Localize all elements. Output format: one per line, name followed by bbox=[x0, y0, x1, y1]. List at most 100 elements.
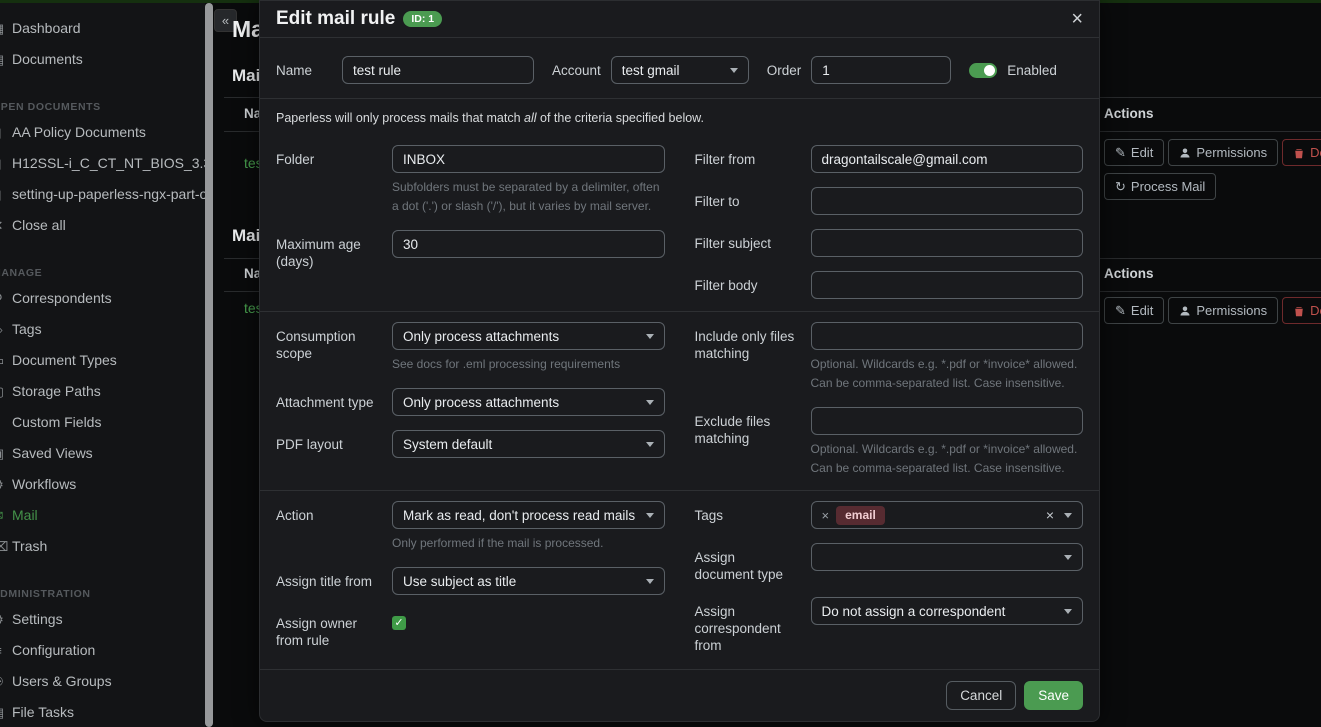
sidebar-item-label: Storage Paths bbox=[12, 376, 101, 407]
consumption-scope-select[interactable]: Only process attachments bbox=[392, 322, 665, 350]
filters-section: Folder Subfolders must be separated by a… bbox=[276, 135, 1083, 311]
custom-fields-icon: ⟨ bbox=[0, 407, 6, 438]
file-tasks-icon: ▤ bbox=[0, 697, 6, 727]
delete-button[interactable]: Delete bbox=[1282, 297, 1321, 324]
sidebar: ▦ Dashboard ▤ Documents OPEN DOCUMENTS ▯… bbox=[0, 3, 205, 727]
chevron-down-icon bbox=[646, 579, 654, 584]
sidebar-item-label: Close all bbox=[12, 210, 66, 241]
chevron-down-icon bbox=[1064, 513, 1072, 518]
action-label: Action bbox=[276, 501, 378, 553]
tag-remove-icon[interactable]: × bbox=[822, 508, 830, 523]
edit-button[interactable]: ✎ Edit bbox=[1104, 297, 1164, 324]
assign-doc-type-label: Assign document type bbox=[695, 543, 797, 583]
trash-icon: ⌫ bbox=[0, 531, 6, 562]
pencil-icon: ✎ bbox=[1115, 145, 1126, 161]
sidebar-item-open-doc-3[interactable]: ▯ setting-up-paperless-ngx-part-one bbox=[0, 179, 205, 210]
document-icon: ▯ bbox=[0, 117, 6, 148]
attachment-type-label: Attachment type bbox=[276, 388, 378, 416]
filter-to-label: Filter to bbox=[695, 187, 797, 215]
sidebar-item-trash[interactable]: ⌫ Trash bbox=[0, 531, 205, 562]
sidebar-item-storage-paths[interactable]: ▢ Storage Paths bbox=[0, 376, 205, 407]
exclude-files-label: Exclude files matching bbox=[695, 407, 797, 478]
sidebar-item-label: Configuration bbox=[12, 635, 95, 666]
filter-from-input[interactable] bbox=[811, 145, 1084, 173]
folder-input[interactable] bbox=[392, 145, 665, 173]
permissions-button[interactable]: Permissions bbox=[1168, 139, 1278, 166]
pencil-icon: ✎ bbox=[1115, 303, 1126, 319]
refresh-icon: ↻ bbox=[1115, 179, 1126, 195]
save-button[interactable]: Save bbox=[1024, 681, 1083, 710]
enabled-toggle[interactable] bbox=[969, 63, 997, 78]
sidebar-item-custom-fields[interactable]: ⟨ Custom Fields bbox=[0, 407, 205, 438]
assign-correspondent-label: Assign correspondent from bbox=[695, 597, 797, 654]
include-files-input[interactable] bbox=[811, 322, 1084, 350]
sidebar-item-mail[interactable]: ✉ Mail bbox=[0, 500, 205, 531]
filter-body-input[interactable] bbox=[811, 271, 1084, 299]
chevron-down-icon bbox=[1064, 609, 1072, 614]
assign-doc-type-select[interactable] bbox=[811, 543, 1084, 571]
account-select[interactable]: test gmail bbox=[611, 56, 749, 84]
sidebar-item-settings[interactable]: ⚙ Settings bbox=[0, 604, 205, 635]
exclude-files-input[interactable] bbox=[811, 407, 1084, 435]
assign-owner-checkbox[interactable]: ✓ bbox=[392, 616, 406, 630]
document-icon: ▯ bbox=[0, 148, 6, 179]
dialog-header: Edit mail rule ID: 1 × bbox=[260, 1, 1099, 38]
close-icon[interactable]: × bbox=[1071, 10, 1083, 28]
sidebar-item-label: Documents bbox=[12, 44, 83, 75]
assign-correspondent-select[interactable]: Do not assign a correspondent bbox=[811, 597, 1084, 625]
sidebar-item-workflows[interactable]: ⚙ Workflows bbox=[0, 469, 205, 500]
cancel-button[interactable]: Cancel bbox=[946, 681, 1016, 710]
filter-subject-input[interactable] bbox=[811, 229, 1084, 257]
sidebar-item-correspondents[interactable]: ⚲ Correspondents bbox=[0, 283, 205, 314]
include-files-hint: Optional. Wildcards e.g. *.pdf or *invoi… bbox=[811, 355, 1084, 393]
pdf-layout-select[interactable]: System default bbox=[392, 430, 665, 458]
process-mail-button[interactable]: ↻ Process Mail bbox=[1104, 173, 1216, 200]
sidebar-scrollbar[interactable] bbox=[205, 3, 213, 727]
sidebar-item-users-groups[interactable]: ⚇ Users & Groups bbox=[0, 666, 205, 697]
sliders-icon: ≡ bbox=[0, 635, 6, 666]
assign-title-label: Assign title from bbox=[276, 567, 378, 595]
sidebar-item-dashboard[interactable]: ▦ Dashboard bbox=[0, 13, 205, 44]
sidebar-item-label: Correspondents bbox=[12, 283, 112, 314]
sidebar-item-open-doc-2[interactable]: ▯ H12SSL-i_C_CT_NT_BIOS_3.3_rele... bbox=[0, 148, 205, 179]
criteria-note: Paperless will only process mails that m… bbox=[276, 99, 1083, 135]
delete-button[interactable]: Delete bbox=[1282, 139, 1321, 166]
actions-section: Action Mark as read, don't process read … bbox=[276, 491, 1083, 666]
chevron-down-icon bbox=[646, 400, 654, 405]
order-label: Order bbox=[767, 63, 802, 78]
name-input[interactable] bbox=[342, 56, 534, 84]
dashboard-icon: ▦ bbox=[0, 13, 6, 44]
account-actions: ✎ Edit Permissions Delete bbox=[1104, 139, 1321, 166]
sidebar-item-label: Settings bbox=[12, 604, 63, 635]
sidebar-item-label: AA Policy Documents bbox=[12, 117, 146, 148]
order-input[interactable] bbox=[811, 56, 951, 84]
rules-actions-column-header: Actions bbox=[1104, 266, 1154, 281]
attachment-type-select[interactable]: Only process attachments bbox=[392, 388, 665, 416]
sidebar-item-open-doc-1[interactable]: ▯ AA Policy Documents bbox=[0, 117, 205, 148]
assign-title-select[interactable]: Use subject as title bbox=[392, 567, 665, 595]
tag-icon: ⬦ bbox=[0, 314, 6, 345]
sidebar-item-documents[interactable]: ▤ Documents bbox=[0, 44, 205, 75]
sidebar-item-document-types[interactable]: ▭ Document Types bbox=[0, 345, 205, 376]
sidebar-item-tags[interactable]: ⬦ Tags bbox=[0, 314, 205, 345]
sidebar-item-file-tasks[interactable]: ▤ File Tasks bbox=[0, 697, 205, 727]
sidebar-item-label: Workflows bbox=[12, 469, 76, 500]
id-badge: ID: 1 bbox=[403, 11, 442, 27]
tags-label: Tags bbox=[695, 501, 797, 529]
permissions-button[interactable]: Permissions bbox=[1168, 297, 1278, 324]
person-icon: ⚲ bbox=[0, 283, 6, 314]
edit-button[interactable]: ✎ Edit bbox=[1104, 139, 1164, 166]
tags-select[interactable]: × email × bbox=[811, 501, 1084, 529]
sidebar-item-label: Mail bbox=[12, 500, 38, 531]
include-files-label: Include only files matching bbox=[695, 322, 797, 393]
exclude-files-hint: Optional. Wildcards e.g. *.pdf or *invoi… bbox=[811, 440, 1084, 478]
sidebar-item-configuration[interactable]: ≡ Configuration bbox=[0, 635, 205, 666]
tags-clear-icon[interactable]: × bbox=[1046, 507, 1056, 523]
max-age-input[interactable] bbox=[392, 230, 665, 258]
sidebar-item-close-all[interactable]: ✕ Close all bbox=[0, 210, 205, 241]
sidebar-item-label: Trash bbox=[12, 531, 47, 562]
sidebar-item-saved-views[interactable]: ▣ Saved Views bbox=[0, 438, 205, 469]
edit-mail-rule-dialog: Edit mail rule ID: 1 × Name Account test… bbox=[259, 0, 1100, 722]
filter-to-input[interactable] bbox=[811, 187, 1084, 215]
action-select[interactable]: Mark as read, don't process read mails bbox=[392, 501, 665, 529]
